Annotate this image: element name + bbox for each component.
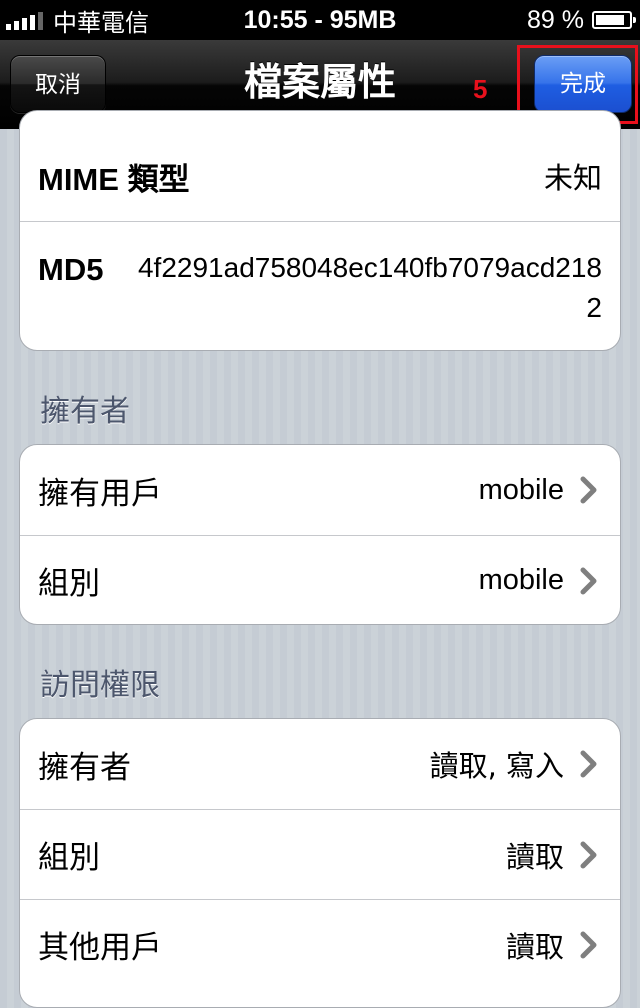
owner-user-value: mobile bbox=[478, 473, 564, 506]
chevron-right-icon bbox=[580, 749, 602, 779]
owner-group: 擁有用戶 mobile 組別 mobile bbox=[19, 444, 621, 625]
permission-group-label: 組別 bbox=[38, 840, 100, 876]
mime-type-label: MIME 類型 bbox=[38, 154, 190, 199]
file-info-group: MIME 類型 未知 MD5 4f2291ad758048ec140fb7079… bbox=[19, 110, 621, 351]
chevron-right-icon bbox=[580, 566, 602, 596]
owner-user-label: 擁有用戶 bbox=[38, 475, 162, 512]
chevron-right-icon bbox=[580, 930, 602, 960]
permission-others-label: 其他用戶 bbox=[38, 930, 162, 966]
md5-row: MD5 4f2291ad758048ec140fb7079acd2182 bbox=[20, 221, 620, 350]
status-bar-right: 89 % bbox=[527, 0, 636, 40]
owner-user-row[interactable]: 擁有用戶 mobile bbox=[20, 445, 620, 535]
owner-section-header: 擁有者 bbox=[40, 394, 130, 429]
status-bar: 中華電信 10:55 - 95MB 89 % bbox=[0, 0, 640, 40]
signal-strength-icon bbox=[6, 10, 43, 30]
battery-level bbox=[596, 15, 625, 25]
permission-owner-value: 讀取, 寫入 bbox=[429, 749, 564, 783]
permission-others-row[interactable]: 其他用戶 讀取 bbox=[20, 899, 620, 989]
permission-owner-row[interactable]: 擁有者 讀取, 寫入 bbox=[20, 719, 620, 809]
permissions-section-header: 訪問權限 bbox=[40, 668, 160, 703]
carrier-name: 中華電信 bbox=[53, 8, 149, 37]
owner-group-row[interactable]: 組別 mobile bbox=[20, 535, 620, 624]
battery-percent: 89 % bbox=[527, 5, 584, 34]
permission-others-value: 讀取 bbox=[505, 929, 564, 964]
annotation-number: 5 bbox=[473, 74, 488, 104]
battery-icon bbox=[592, 11, 636, 29]
permission-group-row[interactable]: 組別 讀取 bbox=[20, 809, 620, 899]
chevron-right-icon bbox=[580, 475, 602, 505]
owner-group-value: mobile bbox=[478, 564, 564, 596]
mime-label-suffix: 類型 bbox=[127, 161, 190, 198]
permission-owner-label: 擁有者 bbox=[38, 749, 131, 786]
chevron-right-icon bbox=[580, 840, 602, 870]
md5-value: 4f2291ad758048ec140fb7079acd2182 bbox=[137, 252, 602, 323]
mime-type-row: MIME 類型 未知 bbox=[20, 131, 620, 221]
mime-type-value: 未知 bbox=[543, 161, 602, 195]
mime-label-prefix: MIME bbox=[38, 161, 119, 197]
permissions-group: 擁有者 讀取, 寫入 組別 讀取 其他用戶 讀取 bbox=[19, 718, 621, 1008]
md5-label: MD5 bbox=[38, 252, 104, 287]
status-bar-left: 中華電信 bbox=[6, 0, 149, 40]
owner-group-label: 組別 bbox=[38, 566, 100, 602]
permission-group-value: 讀取 bbox=[505, 839, 564, 874]
cancel-button[interactable]: 取消 bbox=[10, 55, 106, 113]
